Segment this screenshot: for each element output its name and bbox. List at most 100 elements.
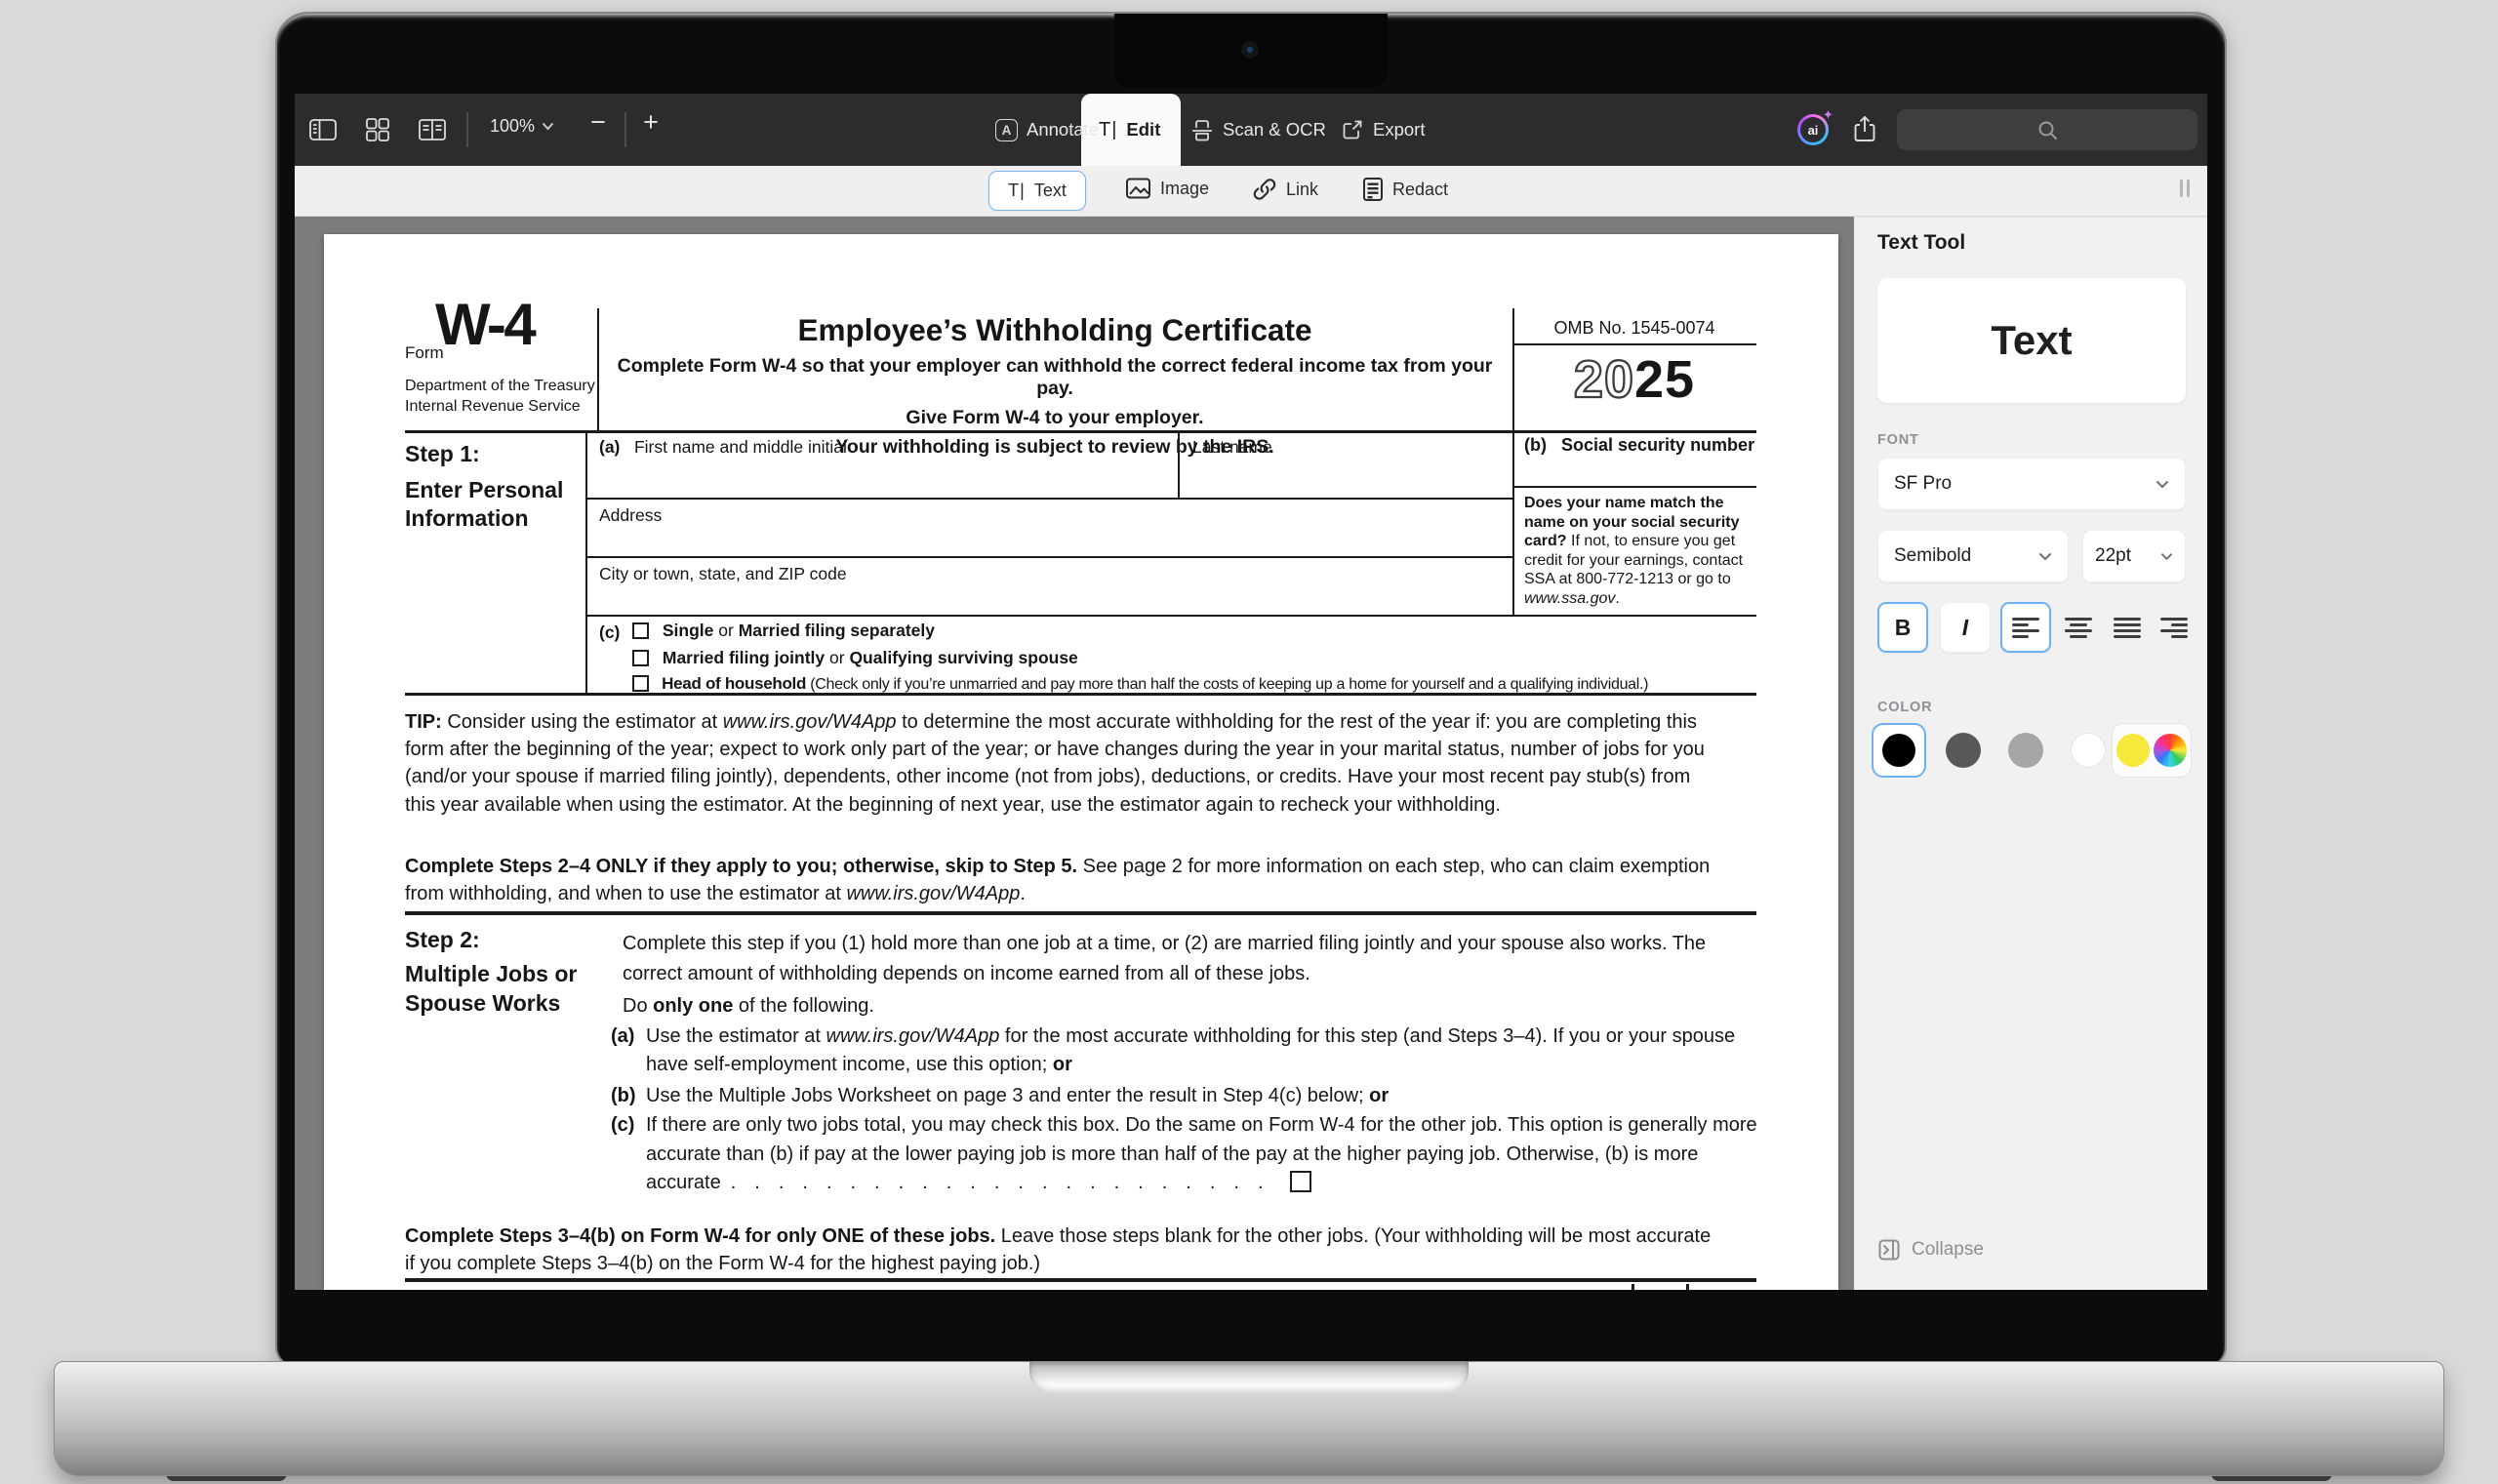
- font-weight-value: Semibold: [1894, 545, 1971, 567]
- step1-sublabel: Enter Personal Information: [405, 476, 590, 533]
- tab-label: Export: [1373, 119, 1425, 140]
- panel-resize-handle[interactable]: [2180, 180, 2190, 197]
- font-family-select[interactable]: SF Pro: [1877, 458, 2186, 510]
- font-family-value: SF Pro: [1894, 473, 1952, 495]
- facing-pages-icon[interactable]: [418, 117, 447, 147]
- zoom-level-value: 100%: [490, 116, 535, 137]
- field-lastname-label[interactable]: Last name: [1192, 437, 1272, 458]
- tool-link-button[interactable]: Link: [1252, 177, 1318, 202]
- tool-label: Redact: [1392, 180, 1448, 200]
- black-circle: [1882, 734, 1915, 767]
- color-white-swatch[interactable]: [2071, 733, 2106, 768]
- titlebar: 100% − + A Annotate T| Edit Scan & OCR: [295, 94, 2207, 166]
- toolbar-divider: [624, 112, 626, 147]
- pdf-page: Form W-4 Department of the Treasury Inte…: [324, 234, 1838, 1290]
- step1-label: Step 1:: [405, 441, 480, 467]
- dot-leader: .......................: [731, 1172, 1282, 1193]
- field-a-tag: (a): [599, 437, 620, 457]
- color-gray-swatch[interactable]: [2008, 733, 2043, 768]
- tool-label: Image: [1160, 179, 1209, 199]
- option-text: Single: [663, 621, 714, 640]
- field-a-label[interactable]: First name and middle initial: [634, 437, 847, 457]
- checkbox-single[interactable]: [632, 622, 649, 639]
- italic-button[interactable]: I: [1940, 602, 1991, 653]
- panel-title: Text Tool: [1877, 231, 1965, 255]
- color-section-label: COLOR: [1877, 700, 1932, 715]
- align-left-button[interactable]: [2000, 602, 2051, 653]
- tab-label: Edit: [1126, 119, 1160, 140]
- search-input[interactable]: [1897, 109, 2197, 150]
- zoom-in-button[interactable]: +: [636, 107, 665, 138]
- text-style-preview[interactable]: Text: [1877, 278, 2186, 403]
- dept-line1: Department of the Treasury: [405, 377, 595, 397]
- chevron-down-icon: [2038, 552, 2052, 561]
- text-tool-panel: Text Tool Text FONT SF Pro Semibold 22pt…: [1854, 217, 2207, 1290]
- color-black-swatch[interactable]: [1872, 723, 1926, 778]
- item-b-text: Use the Multiple Jobs Worksheet on page …: [646, 1082, 1749, 1110]
- laptop-lid-scoop: [1029, 1361, 1469, 1394]
- field-city-label[interactable]: City or town, state, and ZIP code: [599, 564, 847, 584]
- color-darkgray-swatch[interactable]: [1946, 733, 1981, 768]
- checkbox-head-of-household[interactable]: [632, 675, 649, 692]
- tab-annotate[interactable]: A Annotate: [995, 94, 1099, 166]
- field-b-label[interactable]: Social security number: [1561, 435, 1754, 455]
- step2-sublabel: Multiple Jobs or Spouse Works: [405, 960, 610, 1018]
- align-right-button[interactable]: [2151, 602, 2197, 653]
- field-c-tag: (c): [599, 622, 620, 643]
- zoom-out-button[interactable]: −: [584, 107, 613, 138]
- checkbox-married-jointly[interactable]: [632, 650, 649, 666]
- align-justify-button[interactable]: [2104, 602, 2151, 653]
- tool-image-button[interactable]: Image: [1125, 177, 1209, 200]
- thumbnails-view-icon[interactable]: [365, 117, 390, 147]
- annotate-icon: A: [995, 119, 1018, 141]
- tip-paragraph: TIP: Consider using the estimator at www…: [405, 708, 1717, 819]
- sidebar-toggle-icon[interactable]: [308, 117, 338, 147]
- tab-label: Scan & OCR: [1223, 119, 1326, 140]
- tool-redact-button[interactable]: Redact: [1362, 177, 1448, 202]
- chevron-down-icon: [2160, 552, 2173, 561]
- toolbar-divider: [466, 112, 468, 147]
- form-subtitle1: Complete Form W-4 so that your employer …: [609, 355, 1501, 400]
- collapse-label: Collapse: [1912, 1239, 1984, 1261]
- color-yellow-swatch[interactable]: [2116, 734, 2150, 767]
- bold-button[interactable]: B: [1877, 602, 1928, 653]
- option-text: Head of household: [662, 674, 806, 693]
- font-size-value: 22pt: [2095, 545, 2131, 567]
- option-text: Married filing jointly: [663, 648, 825, 667]
- align-center-button[interactable]: [2055, 602, 2102, 653]
- document-area: Form W-4 Department of the Treasury Inte…: [295, 217, 1854, 1290]
- form-number: W-4: [435, 291, 534, 358]
- share-icon: [1852, 115, 1877, 144]
- tab-scan-ocr[interactable]: Scan & OCR: [1190, 94, 1326, 166]
- tab-export[interactable]: Export: [1341, 94, 1425, 166]
- image-icon: [1125, 177, 1151, 200]
- collapse-panel-button[interactable]: Collapse: [1877, 1238, 1984, 1262]
- tab-edit[interactable]: T| Edit: [1099, 94, 1160, 166]
- font-weight-select[interactable]: Semibold: [1877, 530, 2069, 582]
- chevron-down-icon: [2156, 480, 2169, 489]
- field-b-tag: (b): [1524, 435, 1547, 455]
- share-button[interactable]: [1852, 115, 1877, 149]
- omb-number: OMB No. 1545-0074: [1512, 318, 1756, 339]
- color-wheel-button[interactable]: [2154, 734, 2187, 767]
- item-c-text: If there are only two jobs total, you ma…: [646, 1111, 1763, 1198]
- field-address-label[interactable]: Address: [599, 505, 662, 526]
- redact-icon: [1362, 177, 1384, 202]
- align-left-icon: [2012, 618, 2039, 638]
- tool-label: Link: [1286, 180, 1318, 200]
- font-size-select[interactable]: 22pt: [2082, 530, 2186, 582]
- item-a-text: Use the estimator at www.irs.gov/W4App f…: [646, 1023, 1749, 1079]
- tool-text-button[interactable]: T| Text: [988, 171, 1086, 211]
- item-b-tag: (b): [611, 1082, 636, 1109]
- zoom-level-dropdown[interactable]: 100%: [490, 116, 554, 137]
- scanner-icon: [1190, 118, 1214, 142]
- chevron-down-icon: [542, 122, 554, 131]
- form-title: Employee’s Withholding Certificate: [609, 312, 1501, 348]
- item-c-tag: (c): [611, 1111, 634, 1139]
- dept-line2: Internal Revenue Service: [405, 397, 595, 418]
- tool-label: Text: [1034, 180, 1067, 201]
- checkbox-two-jobs[interactable]: [1290, 1171, 1311, 1192]
- app-window: 100% − + A Annotate T| Edit Scan & OCR: [295, 94, 2207, 1290]
- text-tool-icon: T|: [1008, 180, 1026, 201]
- tab-label: Annotate: [1027, 119, 1099, 140]
